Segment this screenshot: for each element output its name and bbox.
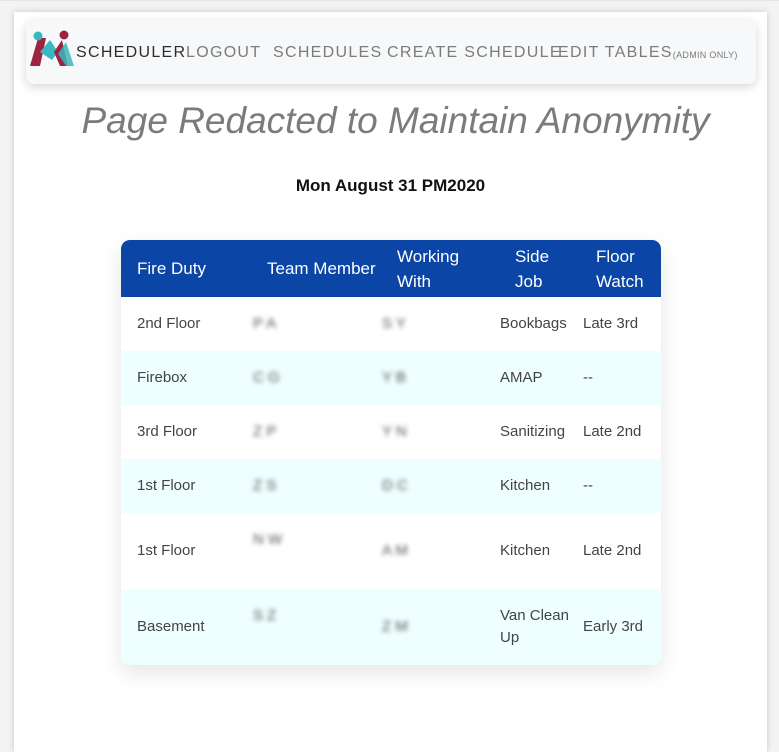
cell-fire-duty: 1st Floor [137,542,196,559]
redacted-name: Z M [382,618,408,635]
cell-side-job: Kitchen [500,477,551,494]
cell-team-member: P A [253,313,276,335]
nav-admin-only-note: (ADMIN ONLY) [672,50,738,60]
redacted-name: Y B [382,369,406,386]
cell-floor-watch: Late 3rd [583,315,639,332]
header-working-with: Working With [397,247,460,291]
redacted-name: A M [382,542,408,559]
nav-schedules[interactable]: SCHEDULES [273,44,383,62]
cell-side-job: Van Clean Up [500,607,569,646]
table-row: 3rd Floor Z P Y N Sanitizing Late 2nd [121,405,661,459]
top-border [0,0,779,1]
cell-team-member: N W [253,529,283,551]
nav-brand-scheduler[interactable]: SCHEDULER [76,44,186,62]
navbar: SCHEDULER LOGOUT SCHEDULES CREATE SCHEDU… [26,20,756,84]
nav-edit-tables-label: EDIT TABLES [558,44,673,61]
cell-side-job: Kitchen [500,542,551,559]
cell-side-job: Bookbags [500,315,567,332]
cell-working-with: Z M [382,616,408,638]
page-container: SCHEDULER LOGOUT SCHEDULES CREATE SCHEDU… [14,12,767,752]
table-row: Firebox C G Y B AMAP -- [121,351,661,405]
table-row: 2nd Floor P A S Y Bookbags Late 3rd [121,297,661,351]
redacted-name: S Y [382,315,406,332]
page-title: Page Redacted to Maintain Anonymity [81,100,710,141]
cell-fire-duty: Basement [137,618,205,635]
header-team-member: Team Member [267,259,376,278]
table-row: Basement S Z Z M Van Clean Up Early 3rd [121,589,661,665]
cell-fire-duty: Firebox [137,369,188,386]
redacted-name: P A [253,315,277,332]
header-floor-watch: Floor Watch [596,247,644,291]
schedule-date: Mon August 31 PM2020 [295,176,486,195]
cell-floor-watch: -- [583,369,593,386]
cell-fire-duty: 2nd Floor [137,315,201,332]
redacted-name: N W [253,531,283,548]
table-row: 1st Floor N W A M Kitchen Late 2nd [121,513,661,589]
cell-working-with: S Y [382,313,406,335]
cell-floor-watch: Early 3rd [583,618,644,635]
redacted-name: Y N [382,423,407,440]
table-row: 1st Floor Z S D C Kitchen -- [121,459,661,513]
table-header: Fire Duty Team Member Working With Side … [121,240,661,297]
header-side-job: Side Job [515,247,550,291]
cell-floor-watch: -- [583,477,593,494]
cell-working-with: A M [382,540,408,562]
cell-side-job: AMAP [500,369,543,386]
redacted-name: Z S [253,477,277,494]
nav-create-schedule[interactable]: CREATE SCHEDULE [387,44,562,62]
cell-team-member: Z S [253,475,276,497]
cell-team-member: C G [253,367,280,389]
cell-floor-watch: Late 2nd [583,423,642,440]
scheduler-logo-icon[interactable] [28,30,76,68]
redacted-name: D C [382,477,408,494]
cell-team-member: S Z [253,605,283,627]
cell-fire-duty: 1st Floor [137,477,196,494]
cell-floor-watch: Late 2nd [583,542,642,559]
cell-working-with: Y N [382,421,407,443]
cell-fire-duty: 3rd Floor [137,423,198,440]
cell-team-member: Z P [253,421,276,443]
redacted-name: C G [253,369,280,386]
cell-side-job: Sanitizing [500,423,566,440]
schedule-table: Fire Duty Team Member Working With Side … [121,240,661,665]
cell-working-with: Y B [382,367,406,389]
nav-logout[interactable]: LOGOUT [186,44,261,62]
nav-edit-tables[interactable]: EDIT TABLES(ADMIN ONLY) [558,44,738,62]
redacted-name: Z P [253,423,277,440]
cell-working-with: D C [382,475,408,497]
header-fire-duty: Fire Duty [137,259,206,278]
redacted-name: S Z [253,607,277,624]
